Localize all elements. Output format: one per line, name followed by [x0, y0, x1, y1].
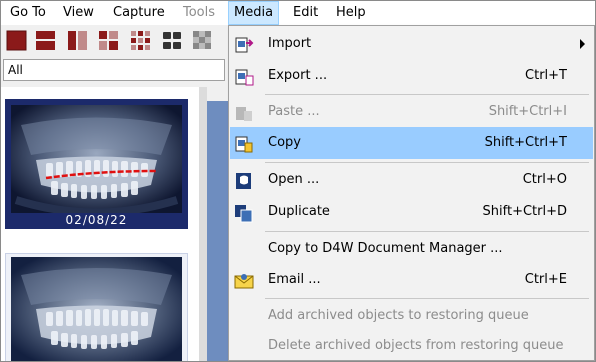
menu-item-label: Open ...	[268, 172, 320, 187]
menu-item-shortcut: Ctrl+T	[525, 68, 567, 83]
menu-tools: Tools	[183, 5, 216, 20]
layout-1x1-icon[interactable]	[6, 30, 27, 51]
menu-media[interactable]: Media	[228, 1, 280, 25]
menu-item-add-archived: Add archived objects to restoring queue	[230, 300, 593, 332]
duplicate-icon	[235, 205, 253, 223]
menu-item-copy[interactable]: Copy Shift+Ctrl+T	[230, 127, 593, 159]
thumbnail-second[interactable]	[5, 253, 188, 361]
export-icon	[235, 69, 254, 86]
menu-item-duplicate[interactable]: Duplicate Shift+Ctrl+D	[230, 196, 593, 228]
menu-item-label: Add archived objects to restoring queue	[268, 308, 529, 323]
menu-bar: Go To View Capture Tools Media Edit Help	[1, 1, 595, 25]
panoramic-xray-image	[11, 105, 182, 213]
menu-separator	[265, 162, 589, 163]
import-icon	[235, 37, 254, 53]
open-icon	[236, 173, 251, 189]
menu-item-import[interactable]: Import	[230, 28, 593, 60]
menu-item-email[interactable]: Email ... Ctrl+E	[230, 264, 593, 296]
menu-separator	[265, 298, 589, 299]
menu-edit[interactable]: Edit	[287, 1, 324, 25]
media-menu-dropdown: Import Export ... Ctrl+T Paste ... Shift…	[228, 25, 595, 361]
menu-goto[interactable]: Go To	[4, 1, 52, 25]
menu-item-label: Email ...	[268, 272, 321, 287]
menu-item-label: Delete archived objects from restoring q…	[268, 338, 564, 353]
thumbnail-date: 02/08/22	[65, 213, 128, 227]
panoramic-xray-image	[11, 257, 182, 361]
submenu-arrow-icon	[580, 39, 585, 49]
grid-view-icon[interactable]	[162, 30, 183, 51]
menu-item-label: Paste ...	[268, 104, 320, 119]
checker-view-icon[interactable]	[192, 30, 213, 51]
menu-item-label: Export ...	[268, 68, 328, 83]
app-window: Go To View Capture Tools Media Edit Help	[0, 0, 596, 362]
menu-item-open[interactable]: Open ... Ctrl+O	[230, 164, 593, 196]
menu-item-delete-archived: Delete archived objects from restoring q…	[230, 330, 593, 361]
copy-icon	[235, 136, 253, 153]
menu-item-label: Copy to D4W Document Manager ...	[268, 241, 503, 256]
menu-help[interactable]: Help	[330, 1, 372, 25]
menu-item-copy-to-d4w[interactable]: Copy to D4W Document Manager ...	[230, 233, 593, 265]
menu-view[interactable]: View	[57, 1, 100, 25]
menu-item-paste: Paste ... Shift+Ctrl+I	[230, 96, 593, 128]
email-icon	[234, 274, 254, 289]
thumbnail-panel: 02/08/22	[1, 87, 199, 361]
menu-item-shortcut: Shift+Ctrl+I	[488, 104, 567, 119]
layout-2x2-icon[interactable]	[98, 30, 119, 51]
paste-icon	[236, 107, 252, 121]
filter-select[interactable]: All	[3, 59, 225, 81]
menu-item-label: Copy	[268, 135, 301, 150]
panel-splitter[interactable]	[199, 87, 207, 361]
layout-3x3-icon[interactable]	[130, 30, 151, 51]
menu-item-shortcut: Shift+Ctrl+D	[482, 204, 567, 219]
menu-item-label: Duplicate	[268, 204, 330, 219]
menu-separator	[265, 94, 589, 95]
menu-item-export[interactable]: Export ... Ctrl+T	[230, 60, 593, 92]
menu-item-shortcut: Shift+Ctrl+T	[484, 135, 567, 150]
menu-capture[interactable]: Capture	[107, 1, 171, 25]
menu-item-shortcut: Ctrl+E	[524, 272, 567, 287]
menu-item-shortcut: Ctrl+O	[522, 172, 567, 187]
image-preview-area	[207, 101, 229, 361]
menu-separator	[265, 231, 589, 232]
layout-2x1-icon[interactable]	[35, 30, 56, 51]
menu-item-label: Import	[268, 36, 312, 51]
layout-1x2-icon[interactable]	[67, 30, 88, 51]
thumbnail-selected[interactable]: 02/08/22	[5, 99, 188, 229]
